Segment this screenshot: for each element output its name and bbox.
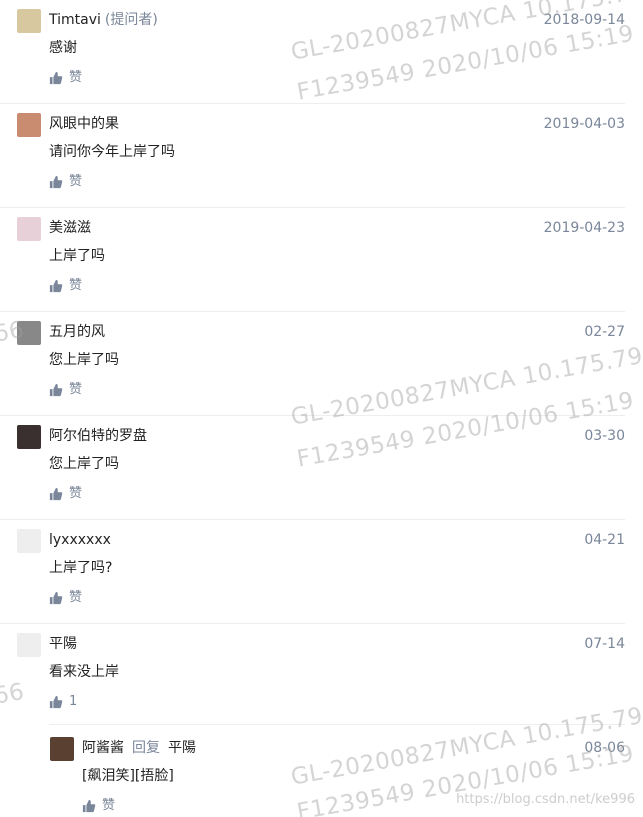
comment-content: 请问你今年上岸了吗 [49, 144, 175, 160]
comment-list: Timtavi (提问者) 2018-09-14 感谢赞风眼中的果 2019-04-03… [0, 0, 643, 728]
thumbs-up-icon [49, 383, 63, 397]
author-name[interactable]: lyxxxxxx [49, 532, 111, 548]
thumbs-up-icon [82, 799, 96, 813]
like-button[interactable]: 赞 [49, 380, 82, 400]
author-name[interactable]: 美滋滋 [49, 220, 91, 236]
avatar[interactable] [17, 217, 41, 241]
comment-content: 您上岸了吗 [49, 352, 119, 368]
comment-content: 您上岸了吗 [49, 456, 119, 472]
like-button[interactable]: 赞 [49, 276, 82, 296]
like-label: 赞 [69, 70, 83, 85]
like-label: 赞 [69, 278, 83, 293]
avatar[interactable] [50, 737, 74, 761]
reply-word: 回复 [132, 740, 160, 756]
like-button[interactable]: 赞 [82, 796, 115, 816]
comment-item: 美滋滋 2019-04-23 上岸了吗赞 [0, 208, 625, 312]
author-name[interactable]: 平陽 [49, 636, 77, 652]
reply-target-name[interactable]: 平陽 [168, 740, 196, 756]
thumbs-up-icon [49, 71, 63, 85]
reply-author-name[interactable]: 阿酱酱 [82, 740, 124, 756]
site-watermark: https://blog.csdn.net/ke996 [456, 792, 635, 807]
author-tag: (提问者) [104, 12, 158, 28]
avatar[interactable] [17, 9, 41, 33]
comment-item: 风眼中的果 2019-04-03 请问你今年上岸了吗赞 [0, 104, 625, 208]
thumbs-up-icon [49, 591, 63, 605]
comment-content: 感谢 [49, 40, 77, 56]
like-label: 赞 [69, 486, 83, 501]
author-name[interactable]: 五月的风 [49, 324, 105, 340]
avatar[interactable] [17, 633, 41, 657]
comment-date: 2019-04-03 [543, 116, 625, 132]
like-button[interactable]: 赞 [49, 588, 82, 608]
like-label: 赞 [102, 798, 116, 813]
comment-date: 2019-04-23 [543, 220, 625, 236]
comment-date: 03-30 [584, 428, 625, 444]
comment-content: 看来没上岸 [49, 664, 119, 680]
like-button[interactable]: 赞 [49, 484, 82, 504]
avatar[interactable] [17, 113, 41, 137]
comment-content: 上岸了吗 [49, 248, 105, 264]
author-name[interactable]: Timtavi [49, 12, 101, 28]
like-label: 1 [69, 694, 78, 709]
comment-date: 04-21 [584, 532, 625, 548]
author-name[interactable]: 阿尔伯特的罗盘 [49, 428, 147, 444]
like-label: 赞 [69, 382, 83, 397]
avatar[interactable] [17, 321, 41, 345]
like-button[interactable]: 1 [49, 692, 77, 712]
like-button[interactable]: 赞 [49, 68, 82, 88]
avatar[interactable] [17, 529, 41, 553]
avatar[interactable] [17, 425, 41, 449]
thumbs-up-icon [49, 695, 63, 709]
comment-item: lyxxxxxx 04-21 上岸了吗? 赞 [0, 520, 625, 624]
comment-content: 上岸了吗? [49, 560, 113, 576]
author-name[interactable]: 风眼中的果 [49, 116, 119, 132]
comment-date: 07-14 [584, 636, 625, 652]
thumbs-up-icon [49, 487, 63, 501]
reply-content: [飙泪笑][捂脸] [82, 768, 174, 784]
comment-item: 平陽 07-14 看来没上岸 1 [0, 624, 625, 728]
comment-item: Timtavi (提问者) 2018-09-14 感谢赞 [0, 0, 625, 104]
comment-date: 2018-09-14 [543, 12, 625, 28]
reply-date: 08-06 [584, 740, 625, 756]
like-label: 赞 [69, 590, 83, 605]
like-label: 赞 [69, 174, 83, 189]
comment-date: 02-27 [584, 324, 625, 340]
like-button[interactable]: 赞 [49, 172, 82, 192]
thumbs-up-icon [49, 279, 63, 293]
comment-item: 五月的风 02-27 您上岸了吗赞 [0, 312, 625, 416]
comment-item: 阿尔伯特的罗盘 03-30 您上岸了吗赞 [0, 416, 625, 520]
thumbs-up-icon [49, 175, 63, 189]
